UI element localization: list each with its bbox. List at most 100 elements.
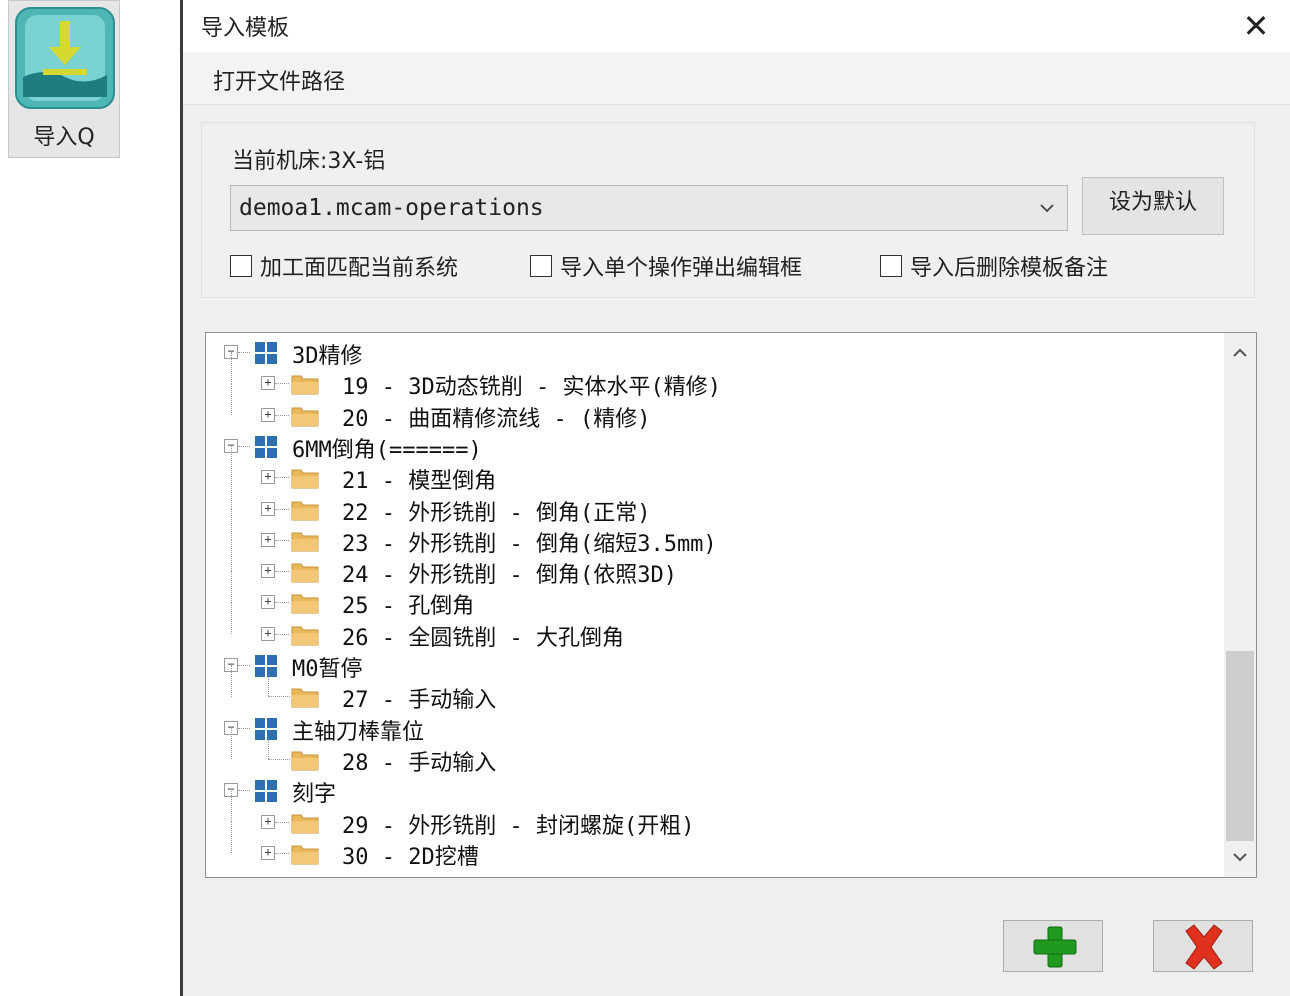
expand-toggle[interactable]: + bbox=[261, 376, 275, 391]
tree-connector bbox=[268, 758, 290, 760]
tree-connector bbox=[275, 821, 289, 823]
tree-connector bbox=[238, 445, 250, 447]
tree-group-row[interactable]: − M0暂停 bbox=[206, 650, 1216, 682]
tree-operation-row[interactable]: +20 - 曲面精修流线 - (精修) bbox=[206, 383, 1216, 432]
import-q-label: 导入Q bbox=[33, 125, 95, 150]
tree-operation-row[interactable]: 27 - 手动输入 bbox=[206, 665, 1216, 713]
cancel-button[interactable] bbox=[1153, 920, 1253, 972]
group-grid-icon bbox=[255, 435, 277, 458]
tree-operation-row[interactable]: +19 - 3D动态铣削 - 实体水平(精修) bbox=[206, 352, 1216, 401]
scroll-up-icon[interactable] bbox=[1228, 341, 1252, 365]
tree-connector bbox=[231, 727, 232, 760]
tree-operation-row[interactable]: +26 - 全圆铣削 - 大孔倒角 bbox=[206, 602, 1216, 651]
set-default-button[interactable]: 设为默认 bbox=[1082, 177, 1224, 235]
tree-operation-label: 26 - 全圆铣削 - 大孔倒角 bbox=[342, 625, 624, 651]
tree-connector bbox=[238, 727, 250, 729]
tree-connector bbox=[231, 446, 232, 478]
group-grid-icon bbox=[255, 342, 277, 364]
title-bar: 导入模板 ✕ bbox=[183, 0, 1290, 52]
checkbox-popup-editor[interactable]: 导入单个操作弹出编辑框 bbox=[530, 251, 802, 281]
folder-icon bbox=[291, 532, 319, 552]
checkbox-box[interactable] bbox=[880, 255, 902, 277]
tree-operation-row[interactable]: +25 - 孔倒角 bbox=[206, 571, 1216, 619]
folder-icon bbox=[291, 626, 319, 646]
tree-connector bbox=[268, 675, 269, 697]
expand-toggle[interactable]: + bbox=[261, 595, 275, 610]
scrollbar-thumb[interactable] bbox=[1226, 651, 1254, 841]
tree-connector bbox=[231, 540, 232, 572]
import-download-icon bbox=[15, 7, 115, 109]
tree-group-row[interactable]: −3D精修 bbox=[206, 337, 1216, 369]
tree-group-label: 刻字 bbox=[292, 782, 337, 808]
folder-icon bbox=[291, 375, 319, 395]
import-template-dialog: 导入模板 ✕ 打开文件路径 当前机床:3X-铝 demoa1.mcam-oper… bbox=[180, 0, 1290, 996]
tree-connector bbox=[275, 508, 289, 510]
menu-bar: 打开文件路径 bbox=[183, 52, 1290, 105]
tree-connector bbox=[231, 571, 232, 603]
expand-toggle[interactable]: + bbox=[261, 564, 275, 579]
template-file-select[interactable]: demoa1.mcam-operations bbox=[230, 185, 1068, 231]
tree-connector bbox=[231, 665, 232, 697]
checkbox-delete-notes[interactable]: 导入后删除模板备注 bbox=[880, 251, 1108, 281]
tree-connector bbox=[275, 414, 289, 416]
expand-toggle[interactable]: + bbox=[261, 407, 275, 422]
tree-operation-label: 19 - 3D动态铣削 - 实体水平(精修) bbox=[342, 375, 721, 401]
checkbox-box[interactable] bbox=[530, 255, 552, 277]
tree-connector bbox=[268, 696, 290, 698]
tree-operation-row[interactable]: +22 - 外形铣削 - 倒角(正常) bbox=[206, 477, 1216, 526]
tree-operation-label: 21 - 模型倒角 bbox=[342, 469, 497, 495]
tree-connector bbox=[231, 383, 232, 415]
expand-toggle[interactable]: + bbox=[261, 532, 275, 547]
green-plus-icon bbox=[1033, 926, 1077, 968]
checkbox-label: 导入后删除模板备注 bbox=[910, 256, 1109, 281]
tree-group-label: 3D精修 bbox=[292, 344, 363, 369]
tree-operation-label: 28 - 手动输入 bbox=[342, 750, 497, 776]
import-q-button[interactable]: 导入Q bbox=[8, 0, 120, 158]
tree-connector bbox=[231, 508, 232, 541]
expand-toggle[interactable]: + bbox=[261, 845, 275, 860]
tree-group-label: M0暂停 bbox=[292, 657, 363, 682]
operations-tree[interactable]: −3D精修 +19 - 3D动态铣削 - 实体水平(精修) +20 - 曲面精修流线… bbox=[205, 332, 1257, 878]
tree-group-row[interactable]: − 主轴刀棒靠位 bbox=[206, 713, 1216, 745]
tree-connector bbox=[275, 539, 289, 541]
checkbox-box[interactable] bbox=[230, 255, 252, 277]
tree-operation-row[interactable]: +30 - 2D挖槽 bbox=[206, 821, 1216, 870]
tree-operation-label: 29 - 外形铣削 - 封闭螺旋(开粗) bbox=[342, 813, 695, 839]
tree-connector bbox=[231, 821, 232, 854]
tree-operation-label: 24 - 外形铣削 - 倒角(依照3D) bbox=[342, 563, 677, 589]
tree-group-label: 6MM倒角(======) bbox=[292, 437, 482, 463]
vertical-scrollbar[interactable] bbox=[1224, 333, 1256, 877]
expand-toggle[interactable]: + bbox=[261, 501, 275, 516]
folder-icon bbox=[291, 563, 319, 583]
tree-operation-row[interactable]: +21 - 模型倒角 bbox=[206, 446, 1216, 495]
checkbox-label: 加工面匹配当前系统 bbox=[260, 256, 459, 281]
expand-toggle[interactable]: + bbox=[261, 470, 275, 485]
tree-operation-row[interactable]: 28 - 手动输入 bbox=[206, 727, 1216, 776]
tree-operation-label: 22 - 外形铣削 - 倒角(正常) bbox=[342, 500, 651, 526]
group-grid-icon bbox=[255, 780, 277, 803]
tree-operation-label: 23 - 外形铣削 - 倒角(缩短3.5mm) bbox=[342, 531, 717, 557]
add-import-button[interactable] bbox=[1003, 920, 1103, 972]
tree-operation-row[interactable]: +23 - 外形铣削 - 倒角(缩短3.5mm) bbox=[206, 508, 1216, 557]
expand-toggle[interactable]: + bbox=[261, 626, 275, 641]
current-machine-label: 当前机床:3X-铝 bbox=[232, 149, 386, 174]
close-button[interactable]: ✕ bbox=[1236, 6, 1276, 46]
tree-group-row[interactable]: − 刻字 bbox=[206, 775, 1216, 808]
folder-icon bbox=[291, 594, 319, 614]
tree-group-label: 主轴刀棒靠位 bbox=[292, 719, 425, 745]
tree-operation-row[interactable]: +29 - 外形铣削 - 封闭螺旋(开粗) bbox=[206, 790, 1216, 839]
settings-panel: 当前机床:3X-铝 demoa1.mcam-operations 设为默认 加工… bbox=[201, 122, 1255, 298]
tree-connector bbox=[268, 737, 269, 759]
tree-connector bbox=[238, 352, 250, 353]
tree-operation-row[interactable]: +24 - 外形铣削 - 倒角(依照3D) bbox=[206, 540, 1216, 589]
folder-icon bbox=[291, 469, 319, 489]
tree-group-row[interactable]: −6MM倒角(======) bbox=[206, 431, 1216, 463]
menu-open-path[interactable]: 打开文件路径 bbox=[213, 64, 345, 96]
folder-icon bbox=[291, 751, 319, 771]
checkbox-match-system[interactable]: 加工面匹配当前系统 bbox=[230, 251, 458, 281]
expand-toggle[interactable]: + bbox=[261, 814, 275, 829]
tree-connector bbox=[275, 633, 289, 635]
group-grid-icon bbox=[255, 655, 277, 677]
red-x-icon bbox=[1185, 924, 1223, 970]
scroll-down-icon[interactable] bbox=[1228, 845, 1252, 869]
